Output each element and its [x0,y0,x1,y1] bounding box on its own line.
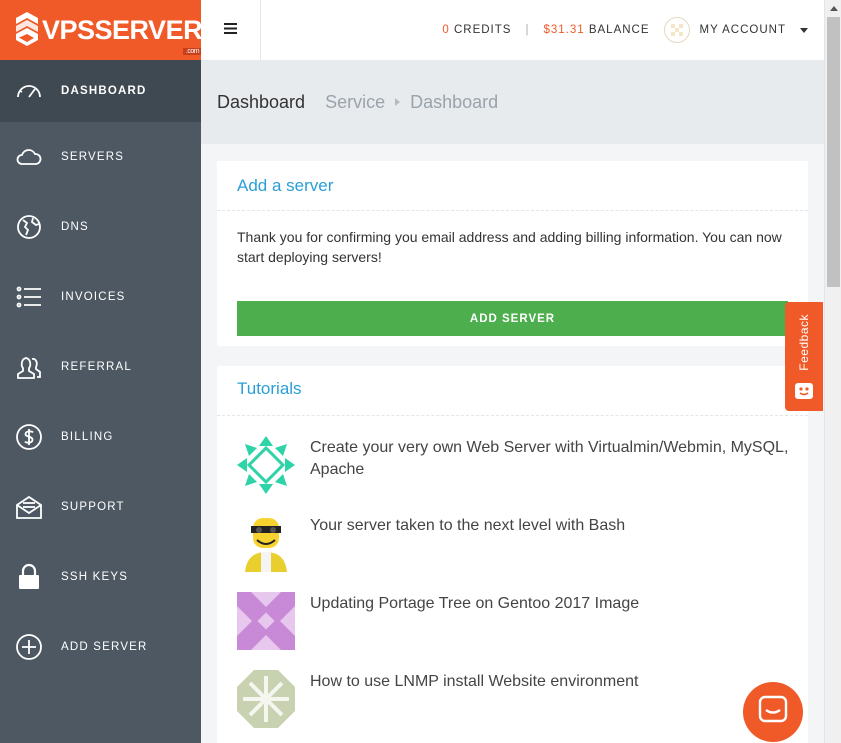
chevron-down-icon[interactable] [800,27,808,33]
breadcrumb-item: Dashboard [410,91,499,112]
webmin-logo-icon [237,436,295,494]
plus-circle-icon [15,633,43,661]
tutorial-title: How to use LNMP install Website environm… [310,673,639,690]
sidebar-item-label: SSH KEYS [61,571,129,583]
feedback-tab[interactable]: Feedback [785,302,823,411]
page-header: Dashboard Service Dashboard [201,60,824,144]
sidebar-item-invoices[interactable]: INVOICES [0,262,201,332]
globe-icon [15,213,43,241]
tutorials-list: Create your very own Web Server with Vir… [217,416,808,743]
my-account-menu[interactable]: MY ACCOUNT [700,24,786,36]
sidebar-item-servers[interactable]: SERVERS [0,122,201,192]
add-server-card: Add a server Thank you for confirming yo… [217,161,808,346]
scrollbar[interactable] [824,0,841,743]
envelope-icon [15,493,43,521]
account-bar: 0 CREDITS | $31.31 BALANCE MY ACCOUNT [442,17,824,43]
breadcrumb: Service Dashboard [325,92,498,113]
credits-label: CREDITS [453,24,512,36]
tutorial-item[interactable]: Create your very own Web Server with Vir… [217,436,808,514]
sidebar: VPSSERVER .com DASHBOARD SERVERS DNS INV… [0,0,203,743]
balance-link[interactable]: $31.31 BALANCE [543,24,649,36]
gauge-icon [15,77,43,105]
sidebar-item-dashboard[interactable]: DASHBOARD [0,60,201,122]
credits-link[interactable]: 0 CREDITS [442,24,511,36]
sidebar-item-support[interactable]: SUPPORT [0,472,201,542]
tutorial-item[interactable]: Updating Portage Tree on Gentoo 2017 Ima… [217,592,808,670]
sidebar-item-add-server[interactable]: ADD SERVER [0,612,201,682]
sidebar-item-label: DASHBOARD [61,85,147,97]
breadcrumb-item[interactable]: Service [325,92,385,113]
sidebar-item-label: ADD SERVER [61,641,148,653]
topbar: 0 CREDITS | $31.31 BALANCE MY ACCOUNT [201,0,824,60]
avatar[interactable] [663,17,690,43]
main-content: Add a server Thank you for confirming yo… [201,144,824,743]
divider: | [525,24,530,36]
menu-toggle-button[interactable] [201,0,261,60]
card-message: Thank you for confirming you email addre… [237,229,782,265]
smiley-icon [795,382,813,404]
add-server-button[interactable]: ADD SERVER [237,301,788,336]
cloud-icon [15,143,43,171]
sidebar-item-label: SERVERS [61,151,125,163]
page-title: Dashboard [217,91,306,112]
sidebar-item-label: SUPPORT [61,501,125,513]
lnmp-pattern-icon [237,670,295,728]
cartoon-avatar-icon [237,514,295,572]
tutorial-title: Your server taken to the next level with… [310,517,626,534]
sidebar-item-dns[interactable]: DNS [0,192,201,262]
feedback-label: Feedback [797,314,811,371]
tutorial-item[interactable]: How to use LNMP install Website environm… [217,670,808,743]
card-title: Add a server [217,161,808,211]
tutorial-title: Updating Portage Tree on Gentoo 2017 Ima… [310,595,640,612]
balance-label: BALANCE [588,24,650,36]
logo-mark-icon [16,12,38,48]
lock-icon [15,563,43,591]
brand-name: VPSSERVER .com [42,14,203,55]
sidebar-item-label: DNS [61,221,89,233]
card-title: Tutorials [217,366,808,416]
users-icon [15,353,43,381]
sidebar-item-ssh-keys[interactable]: SSH KEYS [0,542,201,612]
scroll-up-icon[interactable] [825,0,841,17]
sidebar-item-referral[interactable]: REFERRAL [0,332,201,402]
tutorial-item[interactable]: Your server taken to the next level with… [217,514,808,592]
chat-icon [758,695,788,730]
list-icon [15,283,43,311]
balance-value: $31.31 [543,24,585,36]
brand-logo[interactable]: VPSSERVER .com [0,0,203,60]
tutorial-title: Create your very own Web Server with Vir… [310,439,789,478]
chevron-right-icon [395,98,401,106]
credits-value: 0 [442,24,450,36]
sidebar-item-label: INVOICES [61,291,126,303]
scrollbar-thumb[interactable] [827,17,840,287]
dollar-icon [15,423,43,451]
brand-suffix: .com [182,47,203,55]
chat-launcher-button[interactable] [743,682,803,742]
hamburger-icon [224,21,237,39]
sidebar-item-label: REFERRAL [61,361,132,373]
sidebar-item-billing[interactable]: BILLING [0,402,201,472]
sidebar-item-label: BILLING [61,431,114,443]
gentoo-pattern-icon [237,592,295,650]
tutorials-card: Tutorials Create your very own Web Serve… [217,366,808,743]
